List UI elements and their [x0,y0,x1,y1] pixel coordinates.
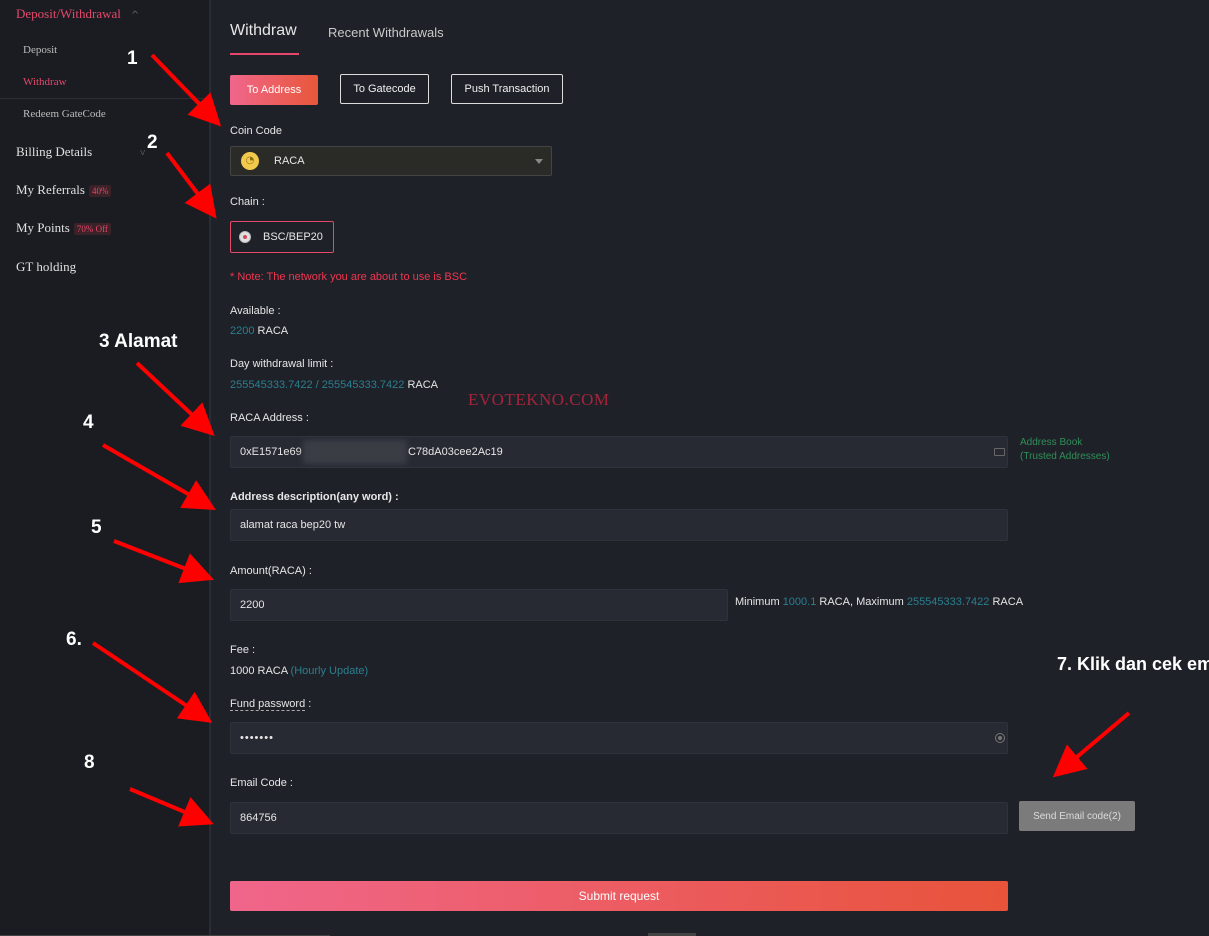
tab-withdraw[interactable]: Withdraw [230,22,297,40]
fund-password-value: ••••••• [240,732,274,744]
chevron-up-icon: ^ [130,10,140,21]
tab-recent-withdrawals[interactable]: Recent Withdrawals [328,25,444,40]
max-unit: RACA [992,596,1024,608]
available-value: 2200 RACA [230,325,288,337]
network-note: * Note: The network you are about to use… [230,271,468,283]
available-amount: 2200 [230,325,255,337]
limit-unit: RACA [407,379,438,391]
address-card-icon[interactable] [994,448,1005,456]
annotation-3: 3 Alamat [99,331,178,352]
min-unit: RACA, [819,596,854,608]
max-label: Maximum [856,596,904,608]
annotation-5: 5 [91,517,102,538]
sidebar-item-withdraw[interactable]: Withdraw [23,76,67,88]
email-code-label: Email Code : [230,777,293,789]
annotation-1: 1 [127,48,138,69]
sidebar-item-label: My Referrals [16,182,85,197]
email-code-label-text: Email Code [230,777,287,789]
sidebar-divider [0,98,209,99]
referral-badge: 40% [88,185,112,198]
active-tab-underline [230,53,299,55]
sidebar: Deposit/Withdrawal ^ Deposit Withdraw Red… [0,0,211,936]
sidebar-item-my-referrals[interactable]: My Referrals 40% [16,182,112,198]
sidebar-section-deposit-withdrawal[interactable]: Deposit/Withdrawal ^ [16,6,139,22]
day-limit-label: Day withdrawal limit : [230,358,334,370]
chain-label: Chain : [230,196,265,208]
sidebar-item-my-points[interactable]: My Points 70% Off [16,220,111,236]
address-suffix: C78dA03cee2Ac19 [408,446,503,458]
available-label-text: Available [230,305,275,317]
limit-total: 255545333.7422 [321,379,405,391]
address-description-input[interactable]: alamat raca bep20 tw [230,509,1008,541]
sidebar-item-gt-holding[interactable]: GT holding [16,259,76,275]
coin-select-value: RACA [274,155,305,167]
address-book-link[interactable]: Address Book (Trusted Addresses) [1020,436,1110,464]
email-code-input[interactable]: 864756 [230,802,1008,834]
sidebar-item-label: GT holding [16,259,77,274]
address-book-line2: (Trusted Addresses) [1020,451,1110,462]
day-limit-value: 255545333.7422 / 255545333.7422 RACA [230,379,438,391]
send-email-code-button[interactable]: Send Email code(2) [1019,801,1135,831]
address-book-line1: Address Book [1020,437,1083,448]
withdraw-panel: Withdraw Recent Withdrawals To Address T… [211,0,1209,936]
annotation-6: 6. [66,629,82,650]
fee-update-note: (Hourly Update) [290,665,369,677]
available-unit: RACA [257,325,289,337]
watermark: EVOTEKNO.COM [468,390,610,409]
annotation-8: 8 [84,752,95,773]
fee-label-text: Fee [230,644,249,656]
sidebar-section-label: Deposit/Withdrawal [16,6,121,21]
fund-password-input[interactable]: ••••••• [230,722,1008,754]
chain-option-bsc[interactable]: BSC/BEP20 [230,221,334,253]
sidebar-item-deposit[interactable]: Deposit [23,44,57,56]
address-label: RACA Address : [230,412,309,424]
fund-password-label-text: Fund password [230,698,306,711]
address-blur [303,440,407,464]
push-transaction-button[interactable]: Push Transaction [451,74,563,104]
limit-separator: / [315,379,319,391]
amount-label-text: Amount(RACA) [230,565,306,577]
address-label-text: RACA Address [230,412,303,424]
fund-password-label: Fund password : [230,698,312,711]
sidebar-item-label: Billing Details [16,144,93,159]
limit-used: 255545333.7422 [230,379,313,391]
address-description-label-text: Address description(any word) [230,491,392,503]
submit-request-button[interactable]: Submit request [230,881,1008,911]
caret-down-icon [535,159,543,164]
fee-value: 1000 RACA [230,665,288,677]
day-limit-label-text: Day withdrawal limit [230,358,328,370]
min-value: 1000.1 [782,596,817,608]
address-prefix: 0xE1571e69 [240,446,302,458]
chain-label-text: Chain [230,196,259,208]
sidebar-item-redeem-gatecode[interactable]: Redeem GateCode [23,108,106,120]
amount-label: Amount(RACA) : [230,565,312,577]
chain-option-label: BSC/BEP20 [263,231,323,243]
to-address-button[interactable]: To Address [230,75,318,105]
to-gatecode-button[interactable]: To Gatecode [340,74,429,104]
annotation-7: 7. Klik dan cek em [1057,654,1209,674]
fee-value-line: 1000 RACA (Hourly Update) [230,665,368,677]
fee-label: Fee : [230,644,256,656]
sidebar-item-billing-details[interactable]: Billing Details [16,144,92,160]
amount-range: Minimum 1000.1 RACA, Maximum 255545333.7… [735,596,1023,608]
min-label: Minimum [735,596,780,608]
chevron-down-icon: v [140,148,146,158]
coin-select[interactable]: ◔ RACA [230,146,552,176]
sidebar-item-label: My Points [16,220,70,235]
raca-coin-icon: ◔ [241,152,259,170]
annotation-2: 2 [147,132,158,153]
coin-code-label: Coin Code [230,125,282,137]
annotation-4: 4 [83,412,94,433]
address-description-label: Address description(any word) : [230,491,399,503]
max-value: 255545333.7422 [906,596,990,608]
eye-icon[interactable] [995,733,1005,743]
address-input[interactable]: 0xE1571e69 C78dA03cee2Ac19 [230,436,1008,468]
points-badge: 70% Off [73,223,111,236]
amount-input[interactable]: 2200 [230,589,728,621]
bsc-chain-icon [239,231,251,243]
available-label: Available : [230,305,281,317]
